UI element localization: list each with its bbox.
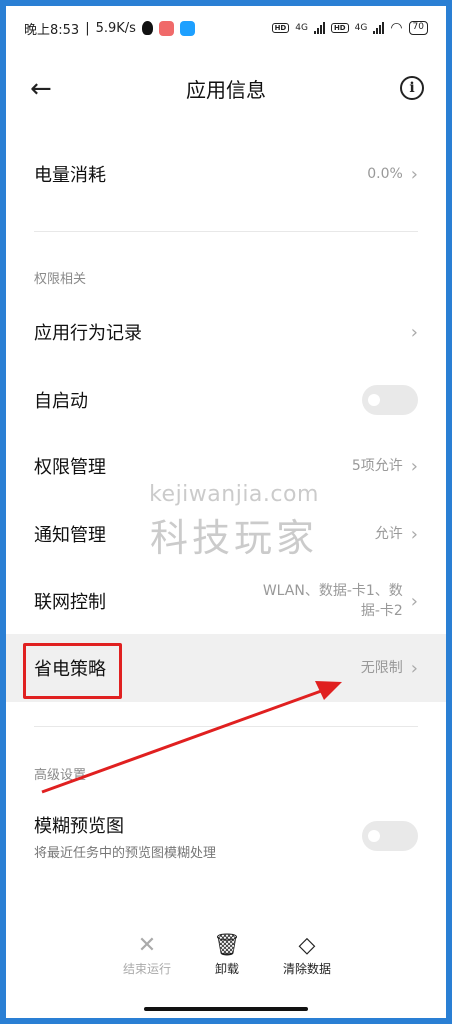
battery-icon: 70	[408, 21, 428, 35]
trash-icon: 🗑︎	[213, 933, 241, 958]
network-control-label: 联网控制	[34, 592, 106, 613]
close-icon: ✕	[137, 933, 157, 958]
status-divider: |	[85, 20, 90, 36]
signal-icon-2	[373, 22, 385, 34]
blur-preview-row[interactable]: 模糊预览图 将最近任务中的预览图模糊处理	[6, 806, 446, 866]
uninstall-button[interactable]: 🗑︎ 卸载	[182, 932, 272, 977]
notification-manage-label: 通知管理	[34, 525, 106, 546]
eraser-icon: ◇	[298, 933, 316, 958]
hd-icon: HD	[271, 23, 290, 33]
uninstall-label: 卸载	[214, 962, 239, 976]
notification-manage-value: 允许	[374, 526, 403, 542]
battery-saver-value: 无限制	[360, 660, 403, 676]
blur-preview-toggle[interactable]	[362, 821, 418, 851]
chevron-right-icon: ›	[410, 590, 418, 612]
clear-data-label: 清除数据	[282, 962, 331, 976]
red-highlight-box	[23, 643, 122, 699]
force-stop-button[interactable]: ✕ 结束运行	[102, 932, 192, 977]
qq-icon	[141, 21, 153, 35]
battery-usage-row[interactable]: 电量消耗 0.0% ›	[6, 146, 446, 202]
chevron-right-icon: ›	[410, 657, 418, 679]
network-control-value-line2: 据-卡2	[360, 603, 403, 619]
blur-preview-description: 将最近任务中的预览图模糊处理	[34, 845, 217, 861]
watermark-text: 科技玩家	[149, 516, 318, 560]
signal-icon	[313, 22, 325, 34]
app-behavior-label: 应用行为记录	[34, 323, 142, 344]
status-time: 晚上8:53	[24, 22, 80, 38]
section-title-advanced: 高级设置	[34, 768, 87, 783]
autostart-label: 自启动	[34, 391, 88, 412]
page-title: 应用信息	[186, 78, 266, 102]
app-notification-icon-2	[179, 20, 195, 36]
toggle-knob	[368, 830, 380, 842]
toggle-knob	[368, 394, 380, 406]
app-behavior-row[interactable]: 应用行为记录 ›	[6, 304, 446, 360]
divider	[34, 231, 418, 232]
chevron-right-icon: ›	[410, 455, 418, 477]
status-bar: 晚上8:53 | 5.9K/s HD 4G HD 4G ◠ 70	[6, 6, 446, 50]
clear-data-button[interactable]: ◇ 清除数据	[262, 932, 352, 977]
battery-usage-label: 电量消耗	[34, 165, 106, 186]
watermark: kejiwanjia.com 科技玩家	[124, 482, 344, 562]
autostart-row[interactable]: 自启动	[6, 372, 446, 428]
battery-usage-value: 0.0%	[367, 166, 403, 182]
chevron-right-icon: ›	[410, 321, 418, 343]
permission-manage-label: 权限管理	[34, 457, 106, 478]
network-control-value-line1: WLAN、数据-卡1、数	[262, 583, 403, 599]
blur-preview-label: 模糊预览图	[34, 815, 124, 837]
network-4g-label: 4G	[295, 23, 308, 33]
info-icon[interactable]: i	[400, 76, 424, 100]
watermark-url: kejiwanjia.com	[149, 482, 319, 507]
chevron-right-icon: ›	[410, 163, 418, 185]
chevron-right-icon: ›	[410, 523, 418, 545]
app-info-screen: 晚上8:53 | 5.9K/s HD 4G HD 4G ◠ 70 ← 应用信息 …	[6, 6, 446, 1018]
permission-manage-value: 5项允许	[351, 458, 403, 474]
divider	[34, 726, 418, 727]
network-4g-label-2: 4G	[354, 23, 368, 33]
autostart-toggle[interactable]	[362, 385, 418, 415]
network-control-row[interactable]: 联网控制 WLAN、数据-卡1、数 据-卡2 ›	[6, 570, 446, 632]
force-stop-label: 结束运行	[122, 962, 171, 976]
bottom-action-bar: ✕ 结束运行 🗑︎ 卸载 ◇ 清除数据	[6, 906, 446, 1018]
app-notification-icon	[158, 20, 174, 36]
home-indicator[interactable]	[144, 1007, 308, 1011]
hd-icon-2: HD	[330, 23, 349, 33]
wifi-icon: ◠	[390, 20, 403, 36]
status-speed: 5.9K/s	[95, 20, 136, 36]
page-header: ← 应用信息 i	[6, 62, 446, 118]
section-title-permissions: 权限相关	[34, 272, 87, 287]
